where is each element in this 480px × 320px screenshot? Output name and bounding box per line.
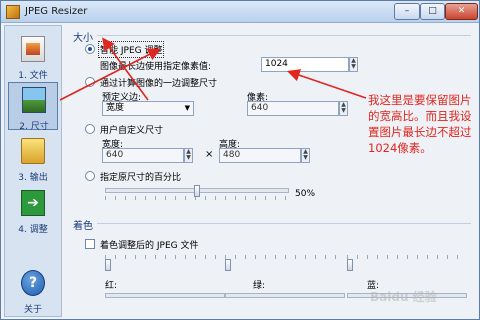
- arrow-to-longest-input: [286, 69, 367, 99]
- annotation-note: 我这里是要保留图片的宽高比。而且我设置图片最长边不超过1024像素。: [368, 93, 472, 155]
- watermark: Baidu 经验: [370, 290, 437, 304]
- annotation-arrows: [59, 37, 367, 101]
- arrow-to-smart-option: [102, 37, 149, 101]
